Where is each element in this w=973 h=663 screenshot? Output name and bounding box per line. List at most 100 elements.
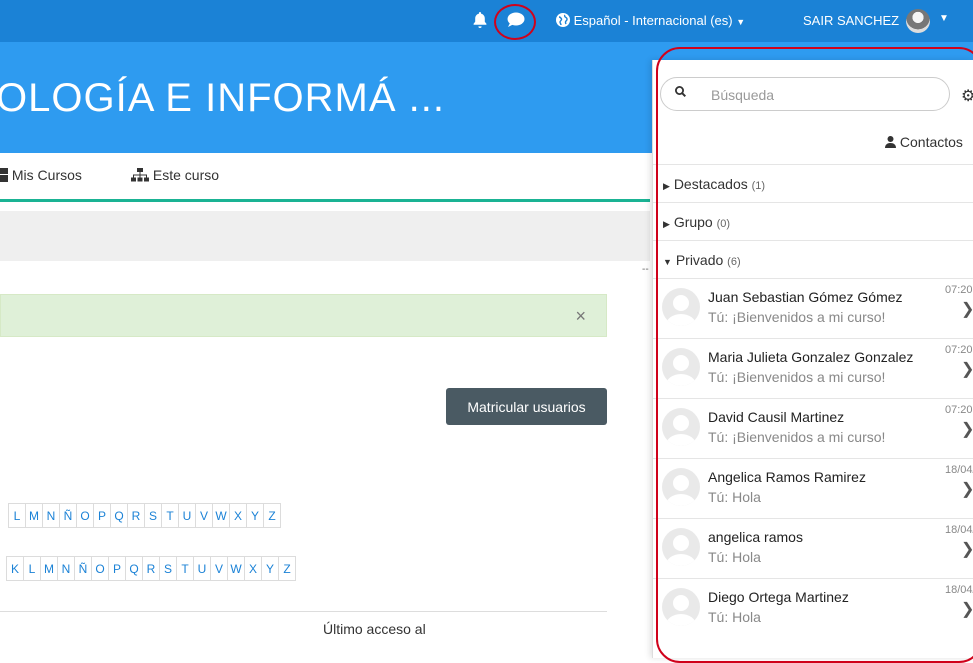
chevron-right-icon: ❯ — [961, 299, 973, 319]
letter-filter[interactable]: X — [244, 556, 262, 581]
alphabet-filter-first: L M N Ñ O P Q R S T U V W X Y Z — [8, 503, 281, 528]
side-dashes: -- — [642, 264, 649, 275]
section-group[interactable]: ▶ Grupo (0) — [653, 202, 973, 240]
chevron-right-icon: ❯ — [961, 599, 973, 619]
letter-filter[interactable]: M — [40, 556, 58, 581]
enrol-users-button[interactable]: Matricular usuarios — [446, 388, 607, 425]
conversation-item[interactable]: angelica ramos Tú: Hola 18/04/20 ❯ — [653, 518, 973, 578]
chevron-right-icon: ❯ — [961, 359, 973, 379]
chevron-right-icon: ❯ — [961, 539, 973, 559]
letter-filter[interactable]: P — [108, 556, 126, 581]
section-private[interactable]: ▼ Privado (6) — [653, 240, 973, 278]
message-preview: Tú: Hola — [708, 609, 761, 625]
letter-filter[interactable]: T — [176, 556, 194, 581]
success-alert: × — [0, 294, 607, 337]
letter-filter[interactable]: S — [144, 503, 162, 528]
message-time: 07:20 — [945, 344, 973, 356]
letter-filter[interactable]: O — [76, 503, 94, 528]
letter-filter[interactable]: R — [142, 556, 160, 581]
chevron-right-icon: ❯ — [961, 419, 973, 439]
letter-filter[interactable]: V — [195, 503, 213, 528]
message-preview: Tú: ¡Bienvenidos a mi curso! — [708, 369, 886, 385]
letter-filter[interactable]: V — [210, 556, 228, 581]
close-icon[interactable]: × — [575, 306, 586, 327]
avatar — [662, 528, 700, 566]
message-preview: Tú: ¡Bienvenidos a mi curso! — [708, 429, 886, 445]
section-label: Privado — [675, 252, 724, 268]
letter-filter[interactable]: Z — [278, 556, 296, 581]
letter-filter[interactable]: U — [193, 556, 211, 581]
bell-icon[interactable] — [473, 12, 487, 31]
column-header-last-access[interactable]: Último acceso al — [323, 621, 426, 637]
section-label: Destacados — [673, 176, 748, 192]
letter-filter[interactable]: Y — [246, 503, 264, 528]
course-title: OLOGÍA E INFORMÁ ... — [0, 76, 445, 120]
nav-my-courses[interactable]: Mis Cursos — [0, 167, 82, 183]
message-time: 07:20 — [945, 284, 973, 296]
section-label: Grupo — [673, 214, 713, 230]
language-label: Español - Internacional (es) — [573, 13, 733, 28]
message-time: 18/04/20 — [945, 464, 973, 476]
letter-filter[interactable]: W — [227, 556, 245, 581]
nav-this-course-label: Este curso — [152, 167, 220, 183]
caret-down-icon: ▼ — [736, 17, 746, 27]
contact-name: Juan Sebastian Gómez Gómez — [708, 289, 903, 305]
letter-filter[interactable]: M — [25, 503, 43, 528]
nav-my-courses-label: Mis Cursos — [11, 167, 82, 183]
letter-filter[interactable]: Ñ — [59, 503, 77, 528]
letter-filter[interactable]: Y — [261, 556, 279, 581]
conversation-item[interactable]: Diego Ortega Martinez Tú: Hola 18/04/20 … — [653, 578, 973, 638]
letter-filter[interactable]: S — [159, 556, 177, 581]
user-avatar[interactable] — [906, 9, 930, 33]
conversation-item[interactable]: Angelica Ramos Ramirez Tú: Hola 18/04/20… — [653, 458, 973, 518]
alphabet-filter-last: K L M N Ñ O P Q R S T U V W X Y Z — [6, 556, 296, 581]
contact-name: David Causil Martinez — [708, 409, 845, 425]
letter-filter[interactable]: U — [178, 503, 196, 528]
message-time: 18/04/20 — [945, 524, 973, 536]
letter-filter[interactable]: X — [229, 503, 247, 528]
section-starred[interactable]: ▶ Destacados (1) — [653, 164, 973, 202]
letter-filter[interactable]: Q — [110, 503, 128, 528]
conversation-item[interactable]: David Causil Martinez Tú: ¡Bienvenidos a… — [653, 398, 973, 458]
letter-filter[interactable]: P — [93, 503, 111, 528]
section-count: (1) — [751, 180, 766, 192]
letter-filter[interactable]: Z — [263, 503, 281, 528]
contact-name: Diego Ortega Martinez — [708, 589, 849, 605]
caret-down-icon[interactable]: ▼ — [939, 13, 949, 24]
letter-filter[interactable]: Ñ — [74, 556, 92, 581]
message-preview: Tú: Hola — [708, 549, 761, 565]
letter-filter[interactable]: T — [161, 503, 179, 528]
avatar — [662, 468, 700, 506]
conversation-item[interactable]: Maria Julieta Gonzalez Gonzalez Tú: ¡Bie… — [653, 338, 973, 398]
gear-icon[interactable]: ⚙ — [961, 86, 973, 106]
avatar — [662, 408, 700, 446]
caret-down-icon: ▼ — [663, 257, 672, 267]
letter-filter[interactable]: R — [127, 503, 145, 528]
letter-filter[interactable]: K — [6, 556, 24, 581]
conversation-item[interactable]: Juan Sebastian Gómez Gómez Tú: ¡Bienveni… — [653, 278, 973, 338]
letter-filter[interactable]: Q — [125, 556, 143, 581]
book-icon — [0, 168, 8, 182]
section-count: (6) — [727, 256, 741, 268]
message-preview: Tú: Hola — [708, 489, 761, 505]
search-box — [660, 77, 950, 111]
search-input[interactable] — [709, 84, 933, 106]
contact-name: Angelica Ramos Ramirez — [708, 469, 866, 485]
letter-filter[interactable]: N — [42, 503, 60, 528]
letter-filter[interactable]: L — [8, 503, 26, 528]
letter-filter[interactable]: N — [57, 556, 75, 581]
nav-this-course[interactable]: Este curso — [131, 167, 219, 183]
letter-filter[interactable]: W — [212, 503, 230, 528]
contacts-link[interactable]: Contactos — [885, 134, 963, 150]
user-name[interactable]: SAIR SANCHEZ — [803, 13, 899, 28]
language-menu[interactable]: Español - Internacional (es) ▼ — [556, 13, 745, 28]
nav-underline — [0, 199, 650, 202]
letter-filter[interactable]: L — [23, 556, 41, 581]
letter-filter[interactable]: O — [91, 556, 109, 581]
messaging-drawer: ⚙ Contactos ▶ Destacados (1) ▶ Grupo (0)… — [652, 60, 973, 658]
avatar — [662, 288, 700, 326]
caret-right-icon: ▶ — [663, 219, 670, 229]
avatar — [662, 588, 700, 626]
caret-right-icon: ▶ — [663, 181, 670, 191]
message-preview: Tú: ¡Bienvenidos a mi curso! — [708, 309, 886, 325]
